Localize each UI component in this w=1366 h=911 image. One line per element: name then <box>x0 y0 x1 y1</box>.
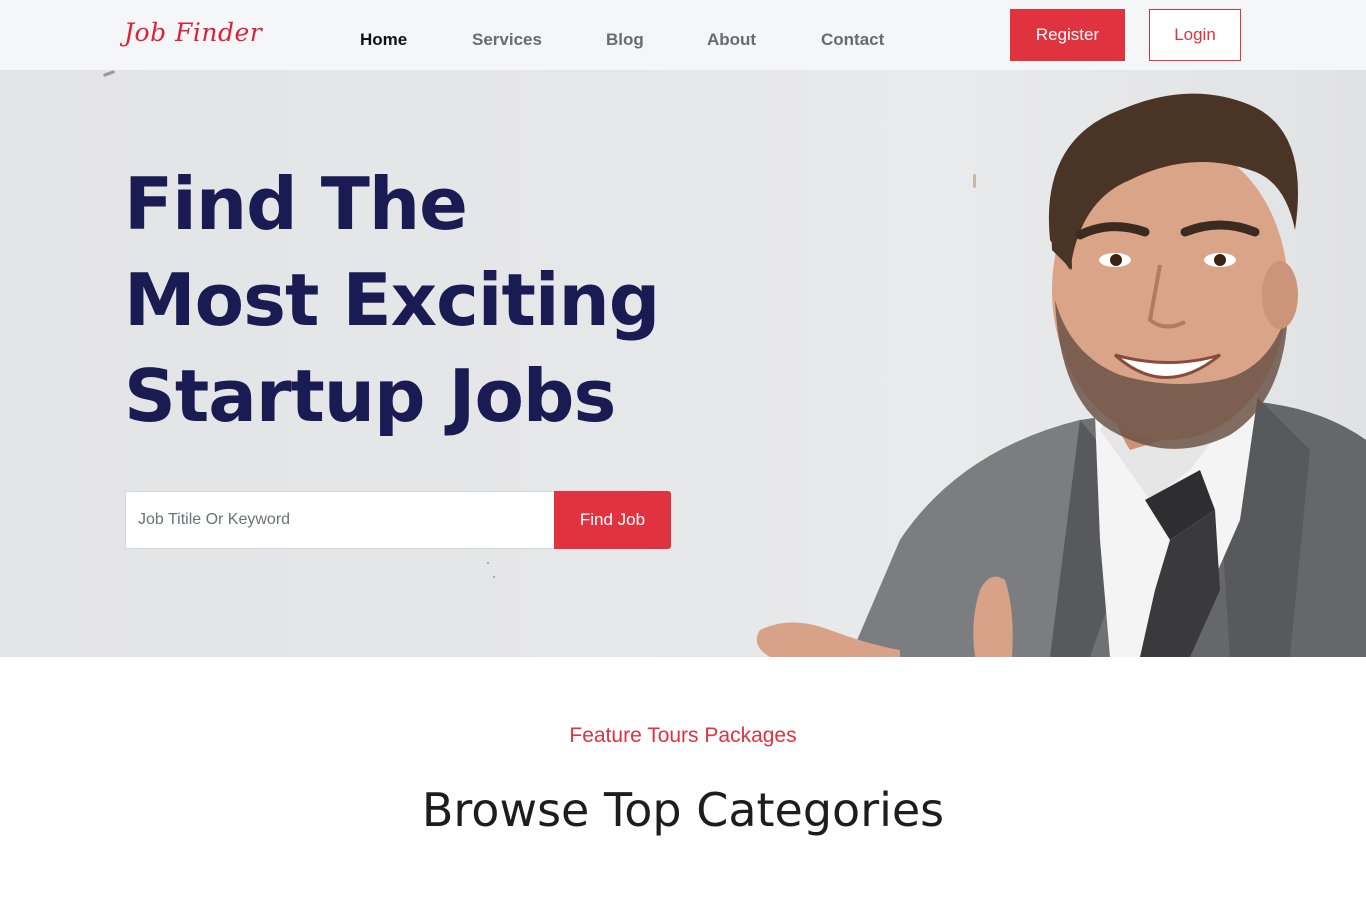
hero-title: Find The Most Exciting Startup Jobs <box>124 156 660 444</box>
nav-home[interactable]: Home <box>360 30 407 50</box>
register-button[interactable]: Register <box>1010 9 1125 61</box>
hero-title-line: Find The <box>124 162 468 246</box>
nav-services[interactable]: Services <box>472 30 542 50</box>
job-search-input[interactable] <box>125 491 554 549</box>
nav-blog[interactable]: Blog <box>606 30 644 50</box>
find-job-button[interactable]: Find Job <box>554 491 671 549</box>
businessman-photo <box>756 93 1366 657</box>
hero-title-line: Startup Jobs <box>124 354 616 438</box>
hero-section: Find The Most Exciting Startup Jobs Find… <box>0 70 1366 657</box>
wall-speck <box>487 562 489 564</box>
wall-speck <box>102 70 116 77</box>
nav-about[interactable]: About <box>707 30 756 50</box>
section-subtitle: Feature Tours Packages <box>569 724 797 747</box>
nav-contact[interactable]: Contact <box>821 30 884 50</box>
wall-speck <box>493 576 495 578</box>
job-search-form: Find Job <box>125 491 671 549</box>
login-button[interactable]: Login <box>1149 9 1241 61</box>
site-header: Job Finder Home Services Blog About Cont… <box>0 0 1366 70</box>
section-title: Browse Top Categories <box>421 783 945 837</box>
site-logo[interactable]: Job Finder <box>124 18 262 47</box>
hero-title-line: Most Exciting <box>124 258 660 342</box>
